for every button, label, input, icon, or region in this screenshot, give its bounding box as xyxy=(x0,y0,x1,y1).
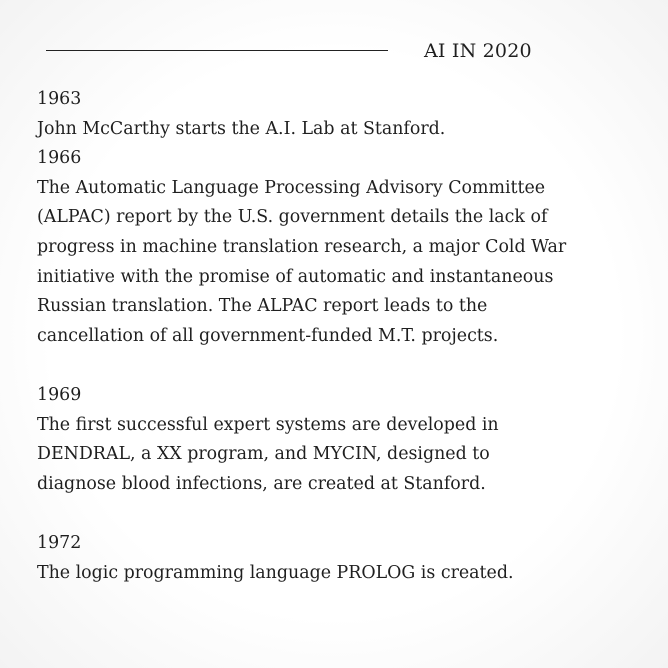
document-page: AI IN 2020 1963 John McCarthy starts the… xyxy=(0,0,668,668)
entry-text: The Automatic Language Processing Adviso… xyxy=(37,177,567,346)
entry-text: The first successful expert systems are … xyxy=(37,414,499,494)
entry-year: 1966 xyxy=(37,148,82,169)
timeline-entry-1963: 1963 John McCarthy starts the A.I. Lab a… xyxy=(37,85,647,144)
entry-year: 1963 xyxy=(37,89,82,109)
entry-text: John McCarthy starts the A.I. Lab at Sta… xyxy=(37,118,446,139)
header-divider xyxy=(46,50,388,51)
document-title: AI IN 2020 xyxy=(424,40,532,62)
entry-year: 1972 xyxy=(37,532,82,553)
timeline-entry-1972: 1972 The logic programming language PROL… xyxy=(37,529,647,588)
timeline-entry-1966: 1966 The Automatic Language Processing A… xyxy=(37,144,647,351)
timeline-entry-1969: 1969 The first successful expert systems… xyxy=(37,381,647,499)
entry-year: 1969 xyxy=(37,384,82,405)
timeline: 1963 John McCarthy starts the A.I. Lab a… xyxy=(37,85,647,588)
entry-text: The logic programming language PROLOG is… xyxy=(37,562,514,583)
